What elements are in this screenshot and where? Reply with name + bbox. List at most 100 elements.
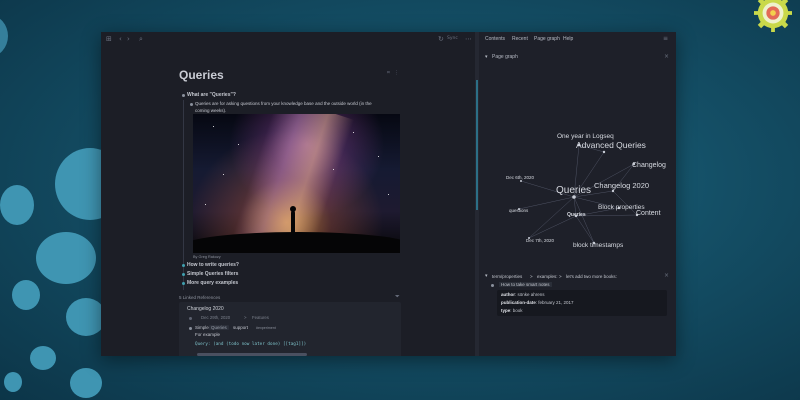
star bbox=[378, 156, 379, 157]
prop-value: february 21, 2017 bbox=[538, 300, 574, 305]
block-bullet[interactable] bbox=[189, 327, 192, 330]
star bbox=[333, 169, 334, 170]
ref-item-prefix[interactable]: Simple bbox=[195, 325, 209, 330]
graph-node-content[interactable]: Content bbox=[636, 210, 661, 217]
bg-blob bbox=[30, 346, 56, 370]
block-properties: author: sönke ahrens publication-date: f… bbox=[497, 290, 667, 316]
milky-way-image[interactable] bbox=[193, 114, 400, 253]
ref-page-chip[interactable]: Queries bbox=[209, 325, 229, 330]
star bbox=[223, 174, 224, 175]
graph-node-queries-current[interactable]: Queries bbox=[567, 212, 586, 218]
tab-contents[interactable]: Contents bbox=[485, 36, 505, 42]
top-toolbar: ⊞ ‹ › ⌕ ↻ Sync ⋯ bbox=[101, 32, 475, 48]
tab-page-graph[interactable]: Page graph bbox=[534, 36, 560, 42]
ref-breadcrumb-examples[interactable]: examples: bbox=[537, 274, 558, 279]
star bbox=[353, 132, 354, 133]
ref-item-smart-notes[interactable]: How to take smart notes bbox=[499, 282, 552, 287]
horizon-ground bbox=[193, 232, 400, 253]
ref-breadcrumb-term[interactable]: term/properties bbox=[492, 274, 522, 279]
graph-node-one-year[interactable]: One year in Logseq bbox=[557, 133, 614, 140]
share-icon[interactable]: ⌗ bbox=[387, 70, 394, 76]
image-caption: By Greg Rakozy bbox=[193, 255, 221, 259]
block-bullet[interactable] bbox=[491, 284, 494, 287]
block-what-are-queries[interactable]: What are "Queries"? bbox=[187, 92, 236, 98]
block-bullet[interactable] bbox=[182, 273, 185, 276]
ref-tag[interactable]: #experiment bbox=[256, 326, 276, 330]
refresh-icon[interactable]: ↻ bbox=[438, 35, 444, 44]
page-title[interactable]: Queries bbox=[179, 68, 224, 82]
ref-query-code[interactable]: Query: (and (todo now later done) [[tag1… bbox=[195, 342, 306, 347]
star bbox=[213, 126, 214, 127]
page-graph-section-title[interactable]: Page graph bbox=[492, 54, 518, 60]
prop-key: publication-date bbox=[501, 300, 536, 305]
ref-item-suffix[interactable]: support bbox=[233, 325, 248, 330]
block-bullet[interactable] bbox=[189, 317, 192, 320]
chevron-down-icon[interactable]: ▾ bbox=[485, 54, 488, 60]
bg-blob bbox=[66, 298, 106, 336]
right-sidebar: Contents Recent Page graph Help ≡ ▾ Page… bbox=[479, 32, 676, 356]
search-icon[interactable]: ⌕ bbox=[139, 35, 143, 44]
block-bullet[interactable] bbox=[182, 264, 185, 267]
ref-breadcrumb-sep: > bbox=[530, 274, 533, 279]
graph-node-advanced-queries[interactable]: Advanced Queries bbox=[576, 140, 646, 150]
prop-value: sönke ahrens bbox=[517, 292, 545, 297]
linked-references-header[interactable]: 5 Linked References bbox=[179, 295, 220, 300]
bg-blob bbox=[0, 15, 8, 57]
tab-help[interactable]: Help bbox=[563, 36, 573, 42]
logseq-gear-logo bbox=[754, 0, 792, 32]
bg-blob bbox=[36, 232, 96, 284]
menu-icon[interactable]: ⋮ bbox=[394, 70, 403, 76]
sidebar-tabs: Contents Recent Page graph Help ≡ bbox=[479, 32, 676, 46]
block-thread bbox=[183, 100, 184, 290]
ref-item-line2[interactable]: For example bbox=[195, 332, 220, 337]
sidebar-close-icon[interactable]: ≡ bbox=[663, 35, 668, 42]
silhouette-person bbox=[291, 211, 295, 235]
graph-node-changelog[interactable]: Changelog bbox=[632, 162, 666, 169]
graph-node-changelog-2020[interactable]: Changelog 2020 bbox=[594, 181, 649, 190]
close-icon[interactable]: × bbox=[664, 272, 669, 279]
ref-page-title[interactable]: Changelog 2020 bbox=[187, 306, 224, 312]
ref-breadcrumb-books[interactable]: let's add two more books: bbox=[566, 274, 617, 279]
sidebar-toggle-icon[interactable]: ⊞ bbox=[106, 35, 112, 44]
chevron-right-icon[interactable]: › bbox=[127, 35, 130, 44]
block-how-to-write[interactable]: How to write queries? bbox=[187, 262, 239, 268]
bg-blob bbox=[12, 280, 40, 310]
block-more-examples[interactable]: More query examples bbox=[187, 280, 238, 286]
graph-node-queries[interactable]: Queries bbox=[556, 185, 591, 196]
prop-type[interactable]: type: book bbox=[501, 308, 523, 313]
prop-value: book bbox=[512, 308, 523, 313]
graph-node-questions[interactable]: questions bbox=[509, 208, 529, 213]
tab-recent[interactable]: Recent bbox=[512, 36, 528, 42]
chevron-left-icon[interactable]: ‹ bbox=[119, 35, 122, 44]
block-queries-desc-line1[interactable]: Queries are for asking questions from yo… bbox=[195, 101, 372, 106]
block-queries-desc-line2[interactable]: coming weeks). bbox=[195, 108, 226, 113]
page-tools: ⌗⋮ bbox=[387, 70, 403, 76]
ref-breadcrumb-date[interactable]: Dec 29th, 2020 bbox=[201, 315, 230, 320]
app-window: ⊞ ‹ › ⌕ ↻ Sync ⋯ Queries ⌗⋮ What are "Qu… bbox=[101, 32, 676, 356]
star bbox=[388, 194, 389, 195]
sync-status[interactable]: Sync bbox=[447, 36, 458, 41]
graph-node-dec-6th[interactable]: Dec 6th, 2020 bbox=[506, 175, 535, 180]
chevron-down-icon[interactable]: ▾ bbox=[485, 273, 488, 279]
filter-icon[interactable]: ⏷ bbox=[395, 292, 400, 301]
prop-author[interactable]: author: sönke ahrens bbox=[501, 292, 545, 297]
main-pane: ⊞ ‹ › ⌕ ↻ Sync ⋯ Queries ⌗⋮ What are "Qu… bbox=[101, 32, 475, 356]
block-simple-filters[interactable]: Simple Queries filters bbox=[187, 271, 238, 277]
prop-publication-date[interactable]: publication-date: february 21, 2017 bbox=[501, 300, 574, 305]
page-graph-canvas[interactable]: One year in Logseq Advanced Queries Chan… bbox=[479, 92, 676, 272]
resize-handle[interactable] bbox=[476, 80, 478, 210]
horizontal-scrollbar[interactable] bbox=[197, 353, 307, 356]
bg-blob bbox=[70, 368, 102, 398]
graph-node-block-timestamps[interactable]: block timestamps bbox=[573, 242, 624, 249]
close-icon[interactable]: × bbox=[664, 53, 669, 60]
block-bullet[interactable] bbox=[182, 282, 185, 285]
more-icon[interactable]: ⋯ bbox=[465, 35, 472, 44]
ref-breadcrumb-features[interactable]: Features bbox=[252, 315, 269, 320]
graph-node-dec-7th[interactable]: Dec 7th, 2020 bbox=[526, 238, 555, 243]
linked-reference-group: Changelog 2020 Dec 29th, 2020 > Features… bbox=[179, 302, 401, 356]
ref-breadcrumb-sep: > bbox=[559, 274, 562, 279]
block-bullet[interactable] bbox=[182, 94, 185, 97]
ref-breadcrumb-sep: > bbox=[244, 315, 247, 320]
star bbox=[205, 204, 206, 205]
block-bullet[interactable] bbox=[190, 103, 193, 106]
